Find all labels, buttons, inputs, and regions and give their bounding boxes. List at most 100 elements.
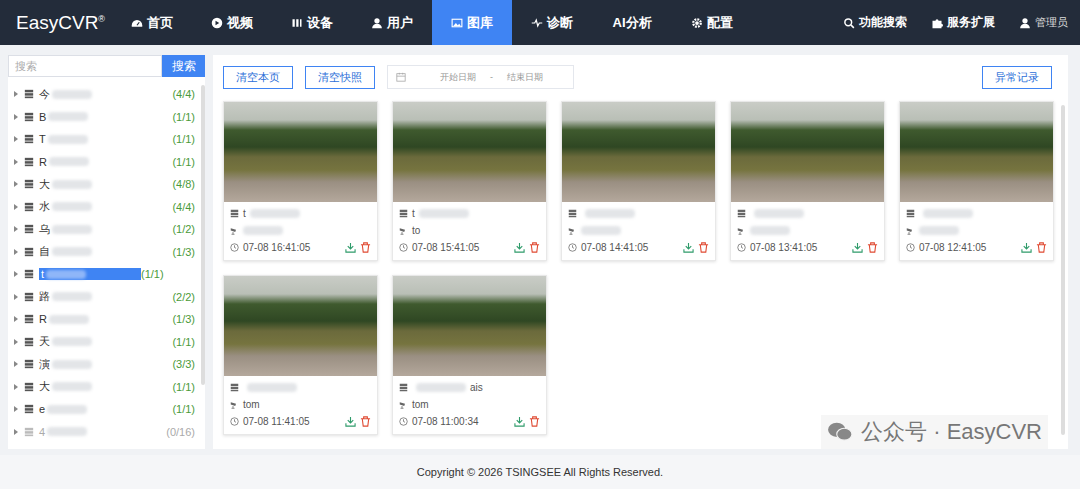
device-icon [24, 337, 34, 347]
device-icon [399, 383, 408, 392]
tree-item-name: 路 [39, 289, 172, 304]
tree-item[interactable]: 大 (1/1) [14, 376, 195, 399]
tree-item[interactable]: 大 (4/8) [14, 173, 195, 196]
tree-item[interactable]: B (1/1) [14, 106, 195, 129]
date-range[interactable]: 开始日期 - 结束日期 [387, 65, 574, 89]
nav-right-item[interactable]: 服务扩展 [931, 14, 995, 31]
logo[interactable]: EasyCVR® [0, 12, 112, 34]
nav-item[interactable]: 首页 [112, 0, 192, 45]
snapshot-card[interactable]: ais tom 07-08 11:00:34 [392, 275, 547, 435]
delete-icon[interactable] [529, 242, 540, 253]
snapshot-image[interactable] [562, 102, 715, 202]
search-button[interactable]: 搜索 [162, 55, 205, 77]
delete-icon[interactable] [1036, 242, 1047, 253]
tree-item-count: (1/3) [172, 246, 195, 258]
snapshot-image[interactable] [731, 102, 884, 202]
download-icon[interactable] [683, 242, 694, 253]
tree-item[interactable]: t (1/1) [14, 263, 195, 286]
toolbar-button[interactable]: 清空快照 [305, 66, 375, 89]
blurred-name [48, 112, 88, 121]
caret-icon [14, 136, 18, 142]
time-row: 07-08 12:41:05 [906, 239, 1047, 256]
snapshot-image[interactable] [900, 102, 1053, 202]
snapshot-card[interactable]: 07-08 13:41:05 [730, 101, 885, 261]
tree-item[interactable]: 乌 (1/2) [14, 218, 195, 241]
tree-item[interactable]: 自 (1/3) [14, 241, 195, 264]
download-icon[interactable] [345, 416, 356, 427]
caret-icon [14, 91, 18, 97]
snapshot-card[interactable]: t to 07-08 15:41:05 [392, 101, 547, 261]
tree-item-count: (3/3) [172, 358, 195, 370]
snapshot-card[interactable]: t 07-08 16:41:05 [223, 101, 378, 261]
channel-row: tom [399, 396, 540, 413]
gallery-icon [451, 17, 463, 29]
toolbar-button[interactable]: 清空本页 [223, 66, 293, 89]
delete-icon[interactable] [698, 242, 709, 253]
scrollbar[interactable] [1061, 105, 1065, 435]
download-icon[interactable] [852, 242, 863, 253]
blurred-name [52, 202, 92, 211]
tree-item[interactable]: e (1/1) [14, 398, 195, 421]
watermark: 公众号 · EasyCVR [821, 415, 1048, 449]
snapshot-image[interactable] [224, 276, 377, 376]
abnormal-record-button[interactable]: 异常记录 [982, 66, 1052, 89]
tree-item[interactable]: R (1/1) [14, 151, 195, 174]
delete-icon[interactable] [867, 242, 878, 253]
nav-item[interactable]: 配置 [672, 0, 752, 45]
snapshot-card[interactable]: 07-08 12:41:05 [899, 101, 1054, 261]
tree-item-name: 大 [39, 379, 172, 394]
caret-icon [14, 204, 18, 210]
caret-icon [14, 114, 18, 120]
scrollbar[interactable] [201, 85, 205, 385]
tree-item[interactable]: 演 (3/3) [14, 353, 195, 376]
nav-item[interactable]: 图库 [432, 0, 512, 45]
tree-item[interactable]: 4 (0/16) [14, 421, 195, 444]
nav-item[interactable]: 设备 [272, 0, 352, 45]
delete-icon[interactable] [529, 416, 540, 427]
caret-icon [14, 384, 18, 390]
snapshot-image[interactable] [393, 102, 546, 202]
nav-item[interactable]: 用户 [352, 0, 432, 45]
device-row: t [230, 205, 371, 222]
blurred-name [48, 135, 88, 144]
channel-row [230, 222, 371, 239]
tree-item-name: t [39, 268, 141, 280]
tree-item[interactable]: T (1/1) [14, 128, 195, 151]
nav-item[interactable]: AI分析 [592, 0, 672, 45]
nav-item[interactable]: 视频 [192, 0, 272, 45]
nav-item[interactable]: 诊断 [512, 0, 592, 45]
download-icon[interactable] [1021, 242, 1032, 253]
download-icon[interactable] [345, 242, 356, 253]
nav-right-item[interactable]: 功能搜索 [843, 14, 907, 31]
tree-item[interactable]: 天 (1/1) [14, 331, 195, 354]
download-icon[interactable] [514, 242, 525, 253]
tree-item-count: (1/3) [172, 313, 195, 325]
blurred-device [923, 209, 973, 218]
blurred-name [52, 292, 92, 301]
device-icon [737, 209, 746, 218]
snapshot-image[interactable] [224, 102, 377, 202]
toolbar: 清空本页清空快照 开始日期 - 结束日期 异常记录 [223, 65, 1052, 89]
device-icon [24, 427, 34, 437]
tree-item-name: 自 [39, 244, 172, 259]
snapshot-card[interactable]: 07-08 14:41:05 [561, 101, 716, 261]
footer: Copyright © 2026 TSINGSEE All Rights Res… [0, 455, 1080, 489]
snapshot-card[interactable]: tom 07-08 11:41:05 [223, 275, 378, 435]
snapshot-image[interactable] [393, 276, 546, 376]
delete-icon[interactable] [360, 416, 371, 427]
tree-item-count: (1/1) [172, 156, 195, 168]
tree-item-count: (1/1) [172, 381, 195, 393]
caret-icon [14, 249, 18, 255]
tree-item-count: (0/16) [166, 426, 195, 438]
delete-icon[interactable] [360, 242, 371, 253]
time-row: 07-08 16:41:05 [230, 239, 371, 256]
caret-icon [14, 159, 18, 165]
tree-item[interactable]: 路 (2/2) [14, 286, 195, 309]
tree-item[interactable]: R (1/3) [14, 308, 195, 331]
search-input[interactable] [8, 55, 162, 77]
tree-item[interactable]: 今 (4/4) [14, 83, 195, 106]
download-icon[interactable] [514, 416, 525, 427]
user-menu[interactable]: 管理员 [1019, 15, 1068, 30]
tree-item[interactable]: 水 (4/4) [14, 196, 195, 219]
camera-icon [399, 226, 408, 235]
